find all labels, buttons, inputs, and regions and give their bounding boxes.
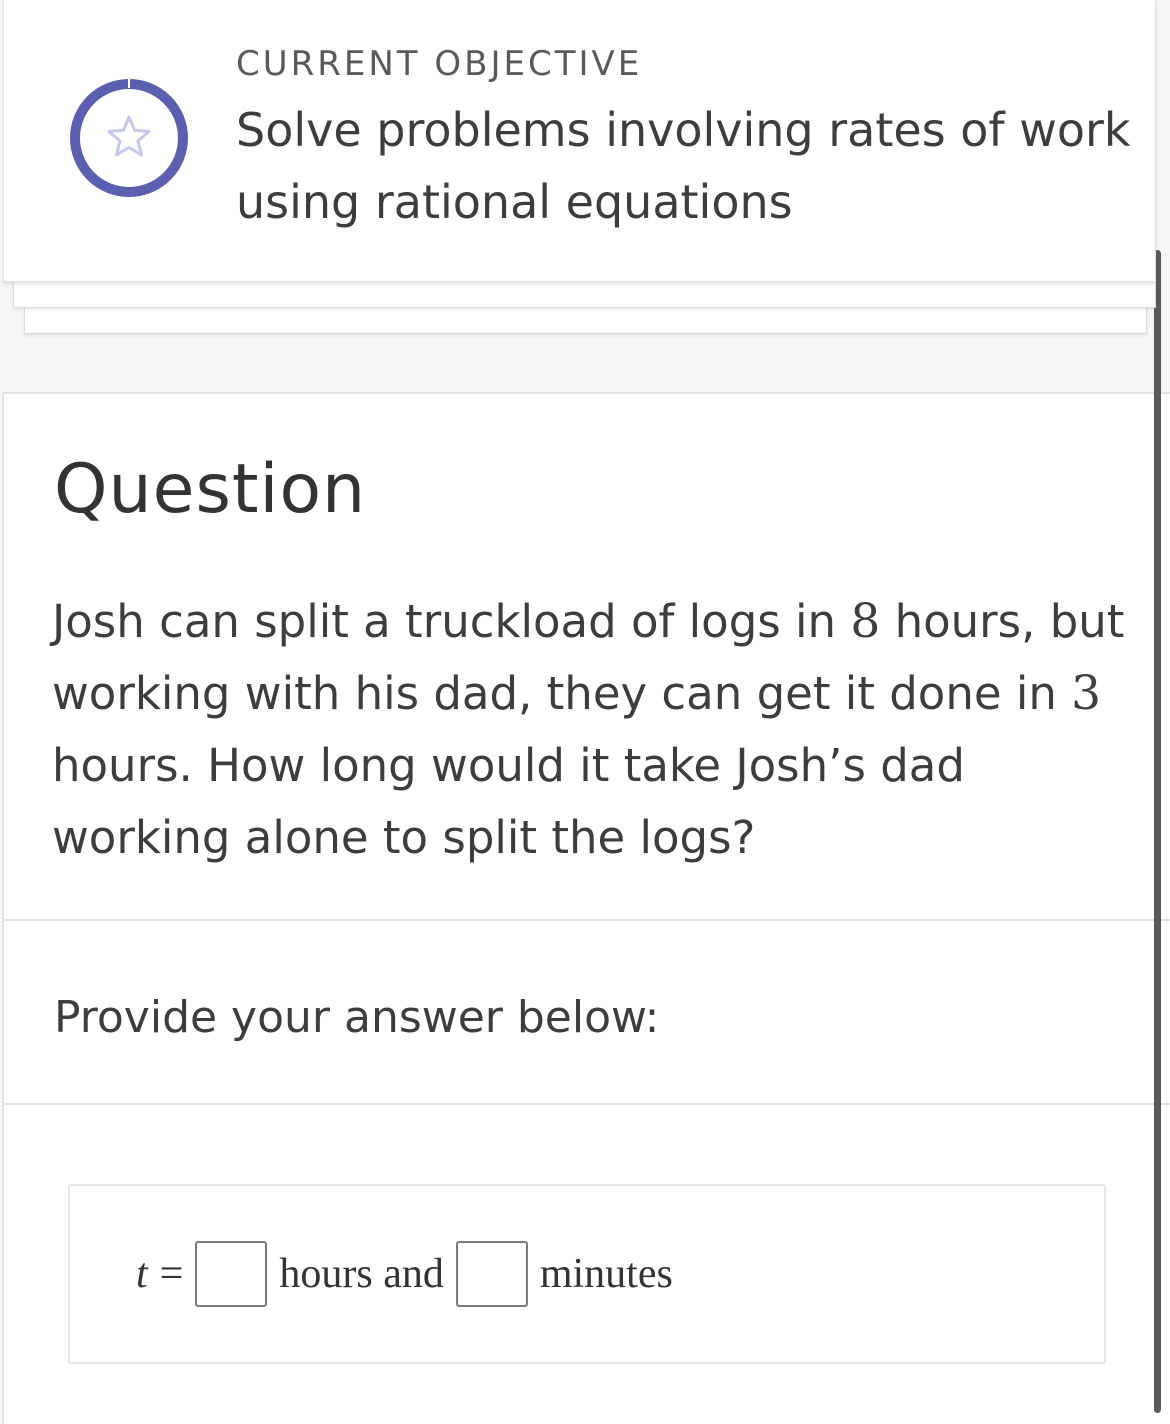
answer-variable: t (136, 1251, 148, 1297)
minutes-input[interactable] (455, 1241, 528, 1307)
question-text-part: hours. How long would it take Josh’s dad… (52, 739, 965, 864)
question-text-part: Josh can split a truckload of logs in (52, 595, 851, 648)
card-stack-layer (13, 281, 1156, 308)
question-panel: Question Josh can split a truckload of l… (2, 392, 1170, 1424)
section-divider (4, 1103, 1170, 1105)
together-hours-value: 3 (1071, 666, 1102, 721)
scrollbar[interactable] (1154, 250, 1162, 1413)
objective-label: CURRENT OBJECTIVE (236, 44, 643, 84)
answer-equation: t = hours and minutes (136, 1238, 685, 1310)
answer-box: t = hours and minutes (68, 1184, 1106, 1364)
equals-sign: = (159, 1251, 184, 1297)
josh-hours-value: 8 (850, 594, 881, 649)
objective-card: CURRENT OBJECTIVE Solve problems involvi… (3, 0, 1156, 282)
section-divider (4, 919, 1170, 921)
objective-title: Solve problems involving rates of work u… (236, 103, 1131, 229)
question-text: Josh can split a truckload of logs in 8 … (52, 586, 1132, 874)
answer-prompt: Provide your answer below: (54, 992, 660, 1043)
objective-progress-ring (66, 75, 192, 201)
question-heading: Question (54, 450, 367, 529)
card-stack-layer (24, 307, 1147, 334)
hours-input[interactable] (195, 1241, 268, 1307)
hours-label: hours and (279, 1251, 444, 1297)
star-icon (70, 79, 188, 197)
scrollbar-thumb[interactable] (1154, 250, 1161, 1413)
minutes-label: minutes (539, 1251, 673, 1297)
